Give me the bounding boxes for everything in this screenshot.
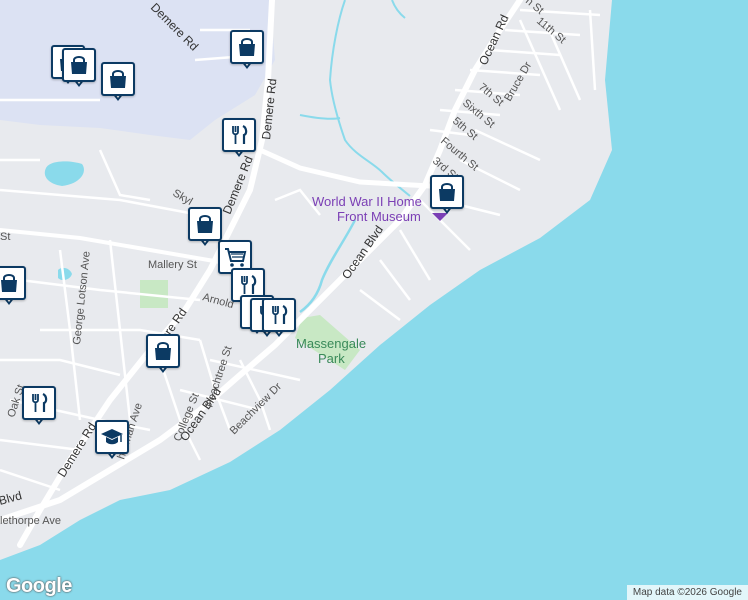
fork-knife-icon [268,304,290,326]
school-marker[interactable] [95,420,133,466]
museum-label-line1[interactable]: World War II Home [312,194,422,209]
park-label-line1[interactable]: Massengale [296,336,366,351]
mallery-st-label: Mallery St [148,259,197,271]
shopping-bag-icon [236,36,258,58]
shopping-marker[interactable] [0,266,30,312]
shopping-bag-icon [194,213,216,235]
museum-label-line2[interactable]: Front Museum [337,209,421,224]
map-attribution[interactable]: Map data ©2026 Google [626,585,748,600]
restaurant-marker-box [262,298,296,332]
school-marker-box [95,420,129,454]
shopping-marker-box [430,175,464,209]
shopping-marker[interactable] [188,207,226,253]
google-logo: Google [6,575,72,597]
shopping-marker-box [101,62,135,96]
shopping-marker-box [62,48,96,82]
restaurant-marker[interactable] [262,298,300,344]
shopping-marker-box [188,207,222,241]
shopping-cart-icon [223,246,247,268]
shopping-bag-icon [0,272,20,294]
shopping-marker[interactable] [146,334,184,380]
shopping-marker[interactable] [62,48,100,94]
shopping-marker[interactable] [430,175,468,221]
graduation-cap-icon [100,426,124,448]
restaurant-marker-box [22,386,56,420]
shopping-bag-icon [68,54,90,76]
fork-knife-icon [28,392,50,414]
shopping-marker-box [146,334,180,368]
shopping-bag-icon [152,340,174,362]
shopping-marker-box [230,30,264,64]
shopping-bag-icon [436,181,458,203]
restaurant-marker-box [222,118,256,152]
st-left-label: St [0,231,10,243]
shopping-marker-box [0,266,26,300]
shopping-bag-icon [107,68,129,90]
shopping-marker[interactable] [230,30,268,76]
oglethorpe-label: lethorpe Ave [0,515,61,527]
restaurant-marker[interactable] [22,386,60,432]
restaurant-marker[interactable] [222,118,260,164]
fork-knife-icon [237,274,259,296]
shopping-marker[interactable] [101,62,139,108]
fork-knife-icon [228,124,250,146]
park-label-line2[interactable]: Park [318,351,345,366]
